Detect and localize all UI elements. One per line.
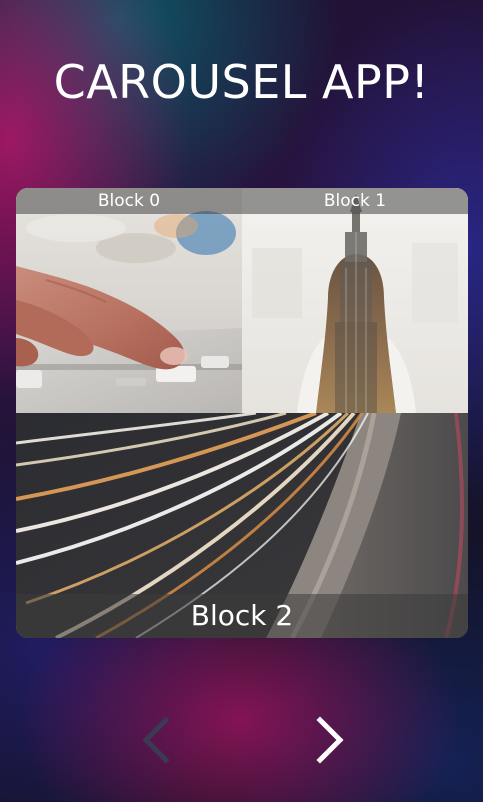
carousel-block-2[interactable]: Block 2 xyxy=(16,413,468,638)
hand-on-mixer-fader-photo xyxy=(16,188,242,413)
block-1-label: Block 1 xyxy=(242,188,468,214)
app-title: CAROUSEL APP! xyxy=(53,55,430,109)
previous-button[interactable] xyxy=(128,710,188,770)
block-0-label: Block 0 xyxy=(16,188,242,214)
chevron-left-icon xyxy=(142,716,170,764)
carousel-block-0[interactable]: Block 0 xyxy=(16,188,242,413)
carousel-block-1[interactable]: Block 1 xyxy=(242,188,468,413)
block-2-label: Block 2 xyxy=(16,594,468,638)
carousel: Block 0 Block 1 Block 2 xyxy=(16,188,468,638)
next-button[interactable] xyxy=(298,710,358,770)
woman-double-exposure-skyscraper-photo xyxy=(242,188,468,413)
chevron-right-icon xyxy=(316,716,344,764)
